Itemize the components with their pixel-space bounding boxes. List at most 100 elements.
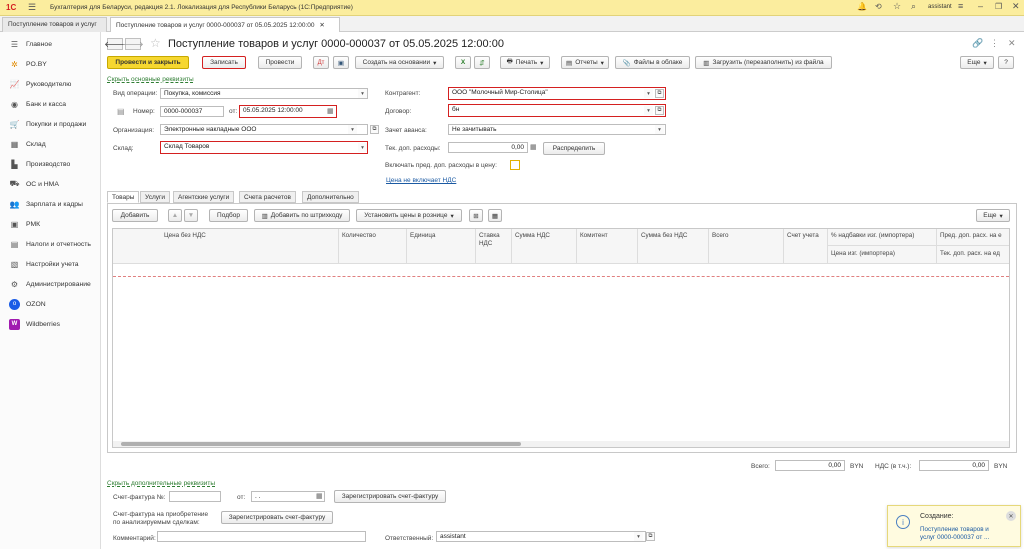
sidebar-item-wildberries[interactable]: W Wildberries [0,314,101,334]
col-total[interactable]: Всего [712,232,729,240]
add-row-button[interactable]: Добавить [112,209,158,222]
sidebar-item-bank[interactable]: ◉ Банк и касса [0,94,101,114]
register-invoice-button[interactable]: Зарегистрировать счет-фактуру [334,490,446,503]
contract-open-button[interactable]: ⧉ [655,106,664,115]
favorite-star-icon[interactable]: ☆ [150,36,161,50]
counterparty-field[interactable]: ООО "Молочный Мир-Столица" [448,87,666,100]
calendar-icon[interactable]: ▦ [316,492,323,500]
horizontal-scrollbar[interactable] [113,441,1009,447]
number-field[interactable]: 0000-000037 [160,106,224,117]
op-type-field[interactable]: Покупка, комиссия [160,88,368,99]
more-vertical-icon[interactable]: ⋮ [990,38,999,49]
sidebar-item-production[interactable]: ▙ Производство [0,154,101,174]
create-based-button[interactable]: Создать на основании ▾ [355,56,444,69]
upload-button[interactable]: ⇵ [474,56,490,69]
tab-additional[interactable]: Дополнительно [302,191,359,203]
star-icon[interactable]: ☆ [893,1,901,12]
sidebar-item-salary[interactable]: 👥 Зарплата и кадры [0,194,101,214]
sidebar-item-director[interactable]: 📈 Руководителю [0,74,101,94]
op-type-dropdown-button[interactable]: ▾ [358,89,367,98]
vat-mode-link[interactable]: Цена не включает НДС [386,177,456,184]
include-expenses-checkbox[interactable] [510,160,520,170]
col-price-no-vat[interactable]: Цена без НДС [164,232,206,240]
advance-dropdown-button[interactable]: ▾ [655,125,664,134]
history-icon[interactable]: ⟲ [875,2,882,11]
col-account[interactable]: Счет учета [787,232,819,240]
col-quantity[interactable]: Количество [342,232,376,240]
calculator-icon[interactable]: ▦ [530,143,537,151]
link-icon[interactable]: 🔗 [972,38,983,49]
more-button[interactable]: Еще ▾ [960,56,994,69]
move-down-button[interactable]: ▼ [184,209,198,222]
contract-dropdown-button[interactable]: ▾ [644,106,653,115]
hide-extra-details-link[interactable]: Скрыть дополнительные реквизиты [107,480,215,487]
col-sum-no-vat[interactable]: Сумма без НДС [641,232,687,240]
register-invoice2-button[interactable]: Зарегистрировать счет-фактуру [221,511,333,524]
counterparty-open-button[interactable]: ⧉ [655,89,664,98]
notification-popup[interactable]: i Создание: Поступление товаров и услуг … [887,505,1021,547]
extra-expenses-field[interactable]: 0,00 [448,142,528,153]
responsible-field[interactable]: assistant [436,531,646,542]
responsible-dropdown-button[interactable]: ▾ [634,532,643,541]
hide-main-details-link[interactable]: Скрыть основные реквизиты [107,76,194,83]
tab-goods[interactable]: Товары [107,191,140,203]
col-vat-rate[interactable]: Ставка НДС [479,232,507,248]
advance-field[interactable]: Не зачитывать [448,124,666,135]
table-more-button[interactable]: Еще ▾ [976,209,1010,222]
settings-menu-icon[interactable]: ≡ [958,1,963,11]
responsible-open-button[interactable]: ⧉ [646,532,655,541]
close-tab-icon[interactable]: ✕ [319,22,324,29]
minimize-icon[interactable]: – [978,1,983,11]
move-up-button[interactable]: ▲ [168,209,182,222]
sidebar-item-admin[interactable]: ⚙ Администрирование [0,274,101,294]
close-icon[interactable]: ✕ [1012,1,1020,12]
help-button[interactable]: ? [998,56,1014,69]
distribute-button[interactable]: Распределить [543,142,605,155]
search-icon[interactable]: ⌕ [911,1,916,12]
col-prev-expenses[interactable]: Пред. доп. расх. на е [940,232,1008,240]
post-and-close-button[interactable]: Провести и закрыть [107,56,189,69]
invoice-date-field[interactable]: . . [251,491,325,502]
sidebar-item-settings[interactable]: ▧ Настройки учета [0,254,101,274]
reports-button[interactable]: ▤ Отчеты ▾ [561,56,609,69]
restore-icon[interactable]: ❐ [995,2,1002,11]
org-open-button[interactable]: ⧉ [370,125,379,134]
sidebar-item-taxes[interactable]: ▤ Налоги и отчетность [0,234,101,254]
notification-link[interactable]: Поступление товаров и услуг 0000-000037 … [920,526,1000,542]
org-dropdown-button[interactable]: ▾ [348,125,357,134]
sidebar-item-poby[interactable]: ✲ PO.BY [0,54,101,74]
forward-button[interactable]: 🡒 [122,38,144,50]
sidebar-item-ozon[interactable]: o OZON [0,294,101,314]
tab-settlement-accounts[interactable]: Счета расчетов [239,191,296,203]
back-button[interactable]: 🡐 [104,38,126,50]
warehouse-field[interactable]: Склад Товаров [160,141,368,154]
sidebar-item-main[interactable]: ☰ Главное [0,34,101,54]
load-from-file-button[interactable]: ▥ Загрузить (перезаполнить) из файла [695,56,832,69]
excel-button[interactable]: X [455,56,471,69]
org-field[interactable]: Электронные накладные ООО [160,124,368,135]
counterparty-dropdown-button[interactable]: ▾ [644,89,653,98]
tab-receipt-document[interactable]: Поступление товаров и услуг 0000-000037 … [110,17,340,32]
sidebar-item-purchases[interactable]: 🛒 Покупки и продажи [0,114,101,134]
print-button[interactable]: 🖶 Печать ▾ [500,56,550,69]
scrollbar-thumb[interactable] [121,442,521,446]
col-markup[interactable]: % надбавки изг. (импортера) [831,232,914,240]
close-form-icon[interactable]: ✕ [1008,38,1016,49]
date-field[interactable]: 05.05.2025 12:00:00 [239,105,337,118]
calendar-icon[interactable]: ▦ [327,107,334,115]
sidebar-item-rmk[interactable]: ▣ РМК [0,214,101,234]
col-consignor[interactable]: Комитент [580,232,608,240]
col-manufacturer-price[interactable]: Цена изг. (импортера) [831,250,895,258]
sidebar-item-warehouse[interactable]: ▦ Склад [0,134,101,154]
add-by-barcode-button[interactable]: ▥ Добавить по штрихкоду [254,209,350,222]
select-button[interactable]: Подбор [209,209,248,222]
dt-kt-button[interactable]: Дт [313,56,329,69]
set-retail-prices-button[interactable]: Установить цены в рознице ▾ [356,209,462,222]
tab-receipts-list[interactable]: Поступление товаров и услуг [2,17,107,32]
invoice-number-field[interactable] [169,491,221,502]
tab-agent-services[interactable]: Агентские услуги [173,191,235,203]
save-button[interactable]: Записать [202,56,246,69]
table-grid-button[interactable]: ▦ [488,209,502,222]
main-menu-icon[interactable]: ☰ [28,2,36,13]
user-name[interactable]: assistant [928,4,952,10]
